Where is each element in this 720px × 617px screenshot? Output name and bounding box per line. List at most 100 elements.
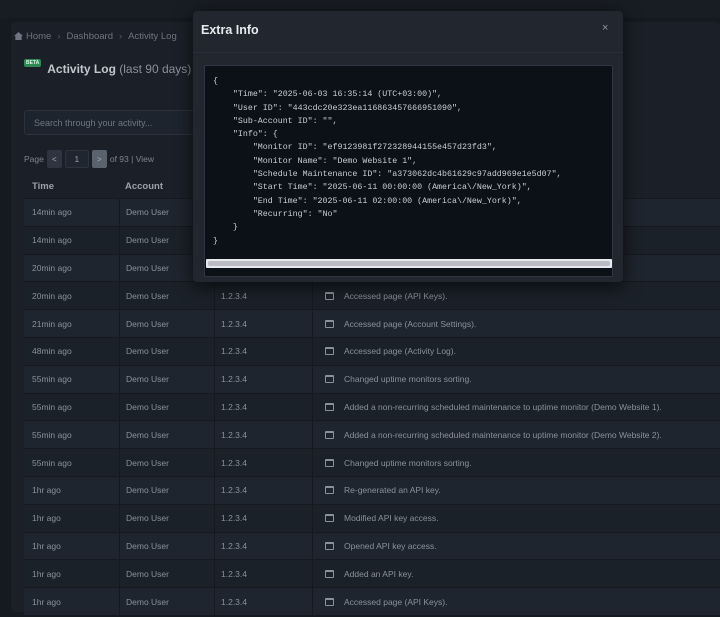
- cell-account: Demo User: [119, 421, 214, 449]
- cell-ip: 1.2.3.4: [214, 421, 312, 449]
- pagination: Page < 1 > of 93 | View: [24, 150, 154, 168]
- cell-time: 55min ago: [32, 429, 72, 440]
- table-row[interactable]: 1hr ago Demo User 1.2.3.4 Accessed page (AP…: [24, 587, 720, 615]
- calendar-icon[interactable]: [325, 402, 334, 411]
- pagination-total: of 93 | View: [109, 154, 154, 164]
- breadcrumb-current: Activity Log: [128, 31, 177, 42]
- horizontal-scrollbar[interactable]: [206, 259, 612, 268]
- cell-action-text: Added a non-recurring scheduled maintena…: [344, 429, 662, 440]
- breadcrumb-dashboard[interactable]: Dashboard: [67, 31, 113, 42]
- close-icon[interactable]: ×: [602, 22, 608, 34]
- calendar-icon[interactable]: [325, 319, 334, 328]
- home-icon: [14, 32, 23, 40]
- breadcrumb-home[interactable]: Home: [14, 31, 51, 42]
- modal-title: Extra Info: [201, 23, 259, 37]
- cell-action-text: Changed uptime monitors sorting.: [344, 374, 472, 385]
- breadcrumb-separator: ›: [57, 31, 61, 42]
- cell-action-text: Accessed page (Account Settings).: [344, 318, 477, 329]
- cell-action-text: Accessed page (Activity Log).: [344, 346, 456, 357]
- cell-ip: 1.2.3.4: [214, 310, 312, 337]
- calendar-icon[interactable]: [325, 486, 334, 495]
- cell-action: Added a non-recurring scheduled maintena…: [312, 421, 720, 449]
- cell-account: Demo User: [119, 282, 214, 310]
- modal-divider: [193, 52, 623, 53]
- table-row[interactable]: 55min ago Demo User 1.2.3.4 Changed uptime …: [24, 448, 720, 476]
- scrollbar-thumb[interactable]: [208, 261, 610, 266]
- cell-time: 55min ago: [32, 374, 72, 385]
- table-row[interactable]: 21min ago Demo User 1.2.3.4 Accessed page (…: [24, 309, 720, 337]
- table-row[interactable]: 1hr ago Demo User 1.2.3.4 Added an API key.: [24, 559, 720, 588]
- header-time[interactable]: Time: [24, 181, 119, 192]
- cell-account: Demo User: [119, 476, 214, 504]
- cell-time: 21min ago: [32, 318, 72, 329]
- table-row[interactable]: 1hr ago Demo User 1.2.3.4 Modified API key …: [24, 503, 720, 532]
- cell-ip: 1.2.3.4: [214, 365, 312, 393]
- extra-info-modal: Extra Info × { "Time": "2025-06-03 16:35…: [193, 11, 623, 282]
- cell-action-text: Added an API key.: [344, 568, 414, 579]
- cell-time: 14min ago: [32, 207, 72, 218]
- table-row[interactable]: 20min ago Demo User 1.2.3.4 Accessed page (…: [24, 281, 720, 310]
- calendar-icon[interactable]: [325, 291, 334, 300]
- beta-badge: BETA: [24, 59, 42, 67]
- calendar-icon[interactable]: [325, 569, 334, 578]
- cell-time: 48min ago: [32, 346, 72, 357]
- calendar-icon[interactable]: [325, 458, 334, 467]
- cell-time: 1hr ago: [32, 540, 61, 551]
- cell-time: 20min ago: [32, 290, 72, 301]
- cell-ip: 1.2.3.4: [214, 476, 312, 504]
- cell-account: Demo User: [119, 393, 214, 421]
- table-row[interactable]: 55min ago Demo User 1.2.3.4 Added a non-rec…: [24, 392, 720, 421]
- calendar-icon[interactable]: [325, 375, 334, 384]
- cell-action: Changed uptime monitors sorting.: [312, 449, 720, 476]
- pagination-label: Page: [24, 154, 44, 164]
- cell-ip: 1.2.3.4: [214, 532, 312, 560]
- cell-time: 14min ago: [32, 235, 72, 246]
- cell-time: 55min ago: [32, 457, 72, 468]
- cell-action: Opened API key access.: [312, 532, 720, 560]
- table-row[interactable]: 1hr ago Demo User 1.2.3.4 Re-generated an A…: [24, 475, 720, 504]
- page-number-input[interactable]: 1: [64, 150, 89, 168]
- prev-page-button[interactable]: <: [46, 150, 62, 168]
- cell-account: Demo User: [119, 588, 214, 615]
- table-row[interactable]: 1hr ago Demo User 1.2.3.4 Opened API key ac…: [24, 531, 720, 560]
- cell-action: Changed uptime monitors sorting.: [312, 365, 720, 393]
- cell-action: Accessed page (API Keys).: [312, 282, 720, 310]
- cell-action: Added an API key.: [312, 560, 720, 588]
- cell-account: Demo User: [119, 532, 214, 560]
- cell-ip: 1.2.3.4: [214, 282, 312, 310]
- cell-ip: 1.2.3.4: [214, 337, 312, 365]
- cell-time: 1hr ago: [32, 485, 61, 496]
- cell-action: Added a non-recurring scheduled maintena…: [312, 393, 720, 421]
- cell-action: Accessed page (API Keys).: [312, 588, 720, 615]
- search-input[interactable]: [24, 110, 204, 135]
- page-title: Activity Log (last 90 days): [47, 62, 191, 76]
- table-row[interactable]: 55min ago Demo User 1.2.3.4 Added a non-rec…: [24, 420, 720, 449]
- cell-action-text: Re-generated an API key.: [344, 485, 441, 496]
- table-row[interactable]: 48min ago Demo User 1.2.3.4 Accessed page (…: [24, 336, 720, 365]
- cell-action: Modified API key access.: [312, 504, 720, 532]
- breadcrumb-home-label: Home: [26, 31, 52, 42]
- cell-time: 1hr ago: [32, 568, 61, 579]
- json-text: { "Time": "2025-06-03 16:35:14 (UTC+03:0…: [213, 77, 562, 246]
- page-title-text: Activity Log: [47, 62, 116, 76]
- calendar-icon[interactable]: [325, 541, 334, 550]
- cell-action-text: Changed uptime monitors sorting.: [344, 457, 472, 468]
- calendar-icon[interactable]: [325, 347, 334, 356]
- cell-account: Demo User: [119, 365, 214, 393]
- cell-action-text: Accessed page (API Keys).: [344, 596, 448, 607]
- cell-time: 20min ago: [32, 262, 72, 273]
- cell-account: Demo User: [119, 310, 214, 337]
- cell-action-text: Accessed page (API Keys).: [344, 290, 448, 301]
- cell-account: Demo User: [119, 560, 214, 588]
- cell-action: Accessed page (Activity Log).: [312, 337, 720, 365]
- cell-account: Demo User: [119, 504, 214, 532]
- cell-ip: 1.2.3.4: [214, 393, 312, 421]
- cell-action-text: Opened API key access.: [344, 540, 437, 551]
- table-row[interactable]: 55min ago Demo User 1.2.3.4 Changed uptime …: [24, 364, 720, 393]
- calendar-icon[interactable]: [325, 430, 334, 439]
- calendar-icon[interactable]: [325, 514, 334, 523]
- breadcrumb: Home › Dashboard › Activity Log: [14, 31, 177, 42]
- breadcrumb-separator: ›: [119, 31, 123, 42]
- calendar-icon[interactable]: [325, 597, 334, 606]
- next-page-button[interactable]: >: [91, 150, 107, 168]
